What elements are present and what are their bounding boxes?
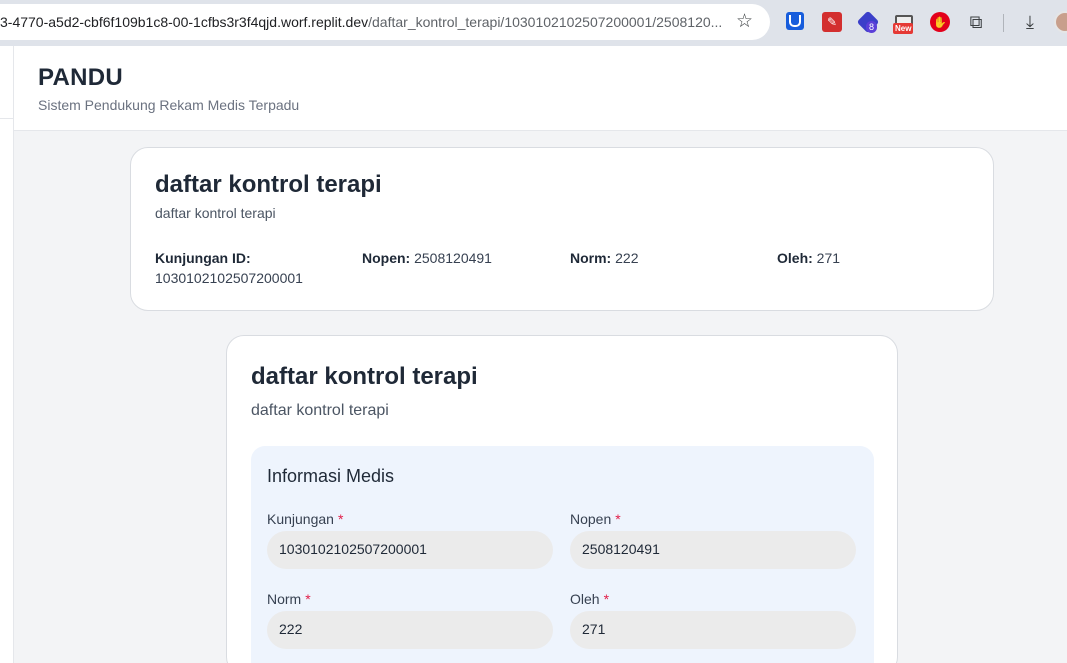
new-extension-icon[interactable]: New: [893, 12, 915, 34]
browser-toolbar: 3-4770-a5d2-cbf6f109b1c8-00-1cfbs3r3f4qj…: [0, 0, 1067, 46]
url-text[interactable]: 3-4770-a5d2-cbf6f109b1c8-00-1cfbs3r3f4qj…: [0, 14, 724, 30]
meta-kunjungan: Kunjungan ID: 1030102102507200001: [155, 248, 335, 288]
app-subtitle: Sistem Pendukung Rekam Medis Terpadu: [38, 97, 300, 113]
url-host: 3-4770-a5d2-cbf6f109b1c8-00-1cfbs3r3f4qj…: [0, 14, 369, 30]
meta-kunjungan-value: 1030102102507200001: [155, 270, 303, 286]
section-title: Informasi Medis: [267, 466, 395, 486]
required-asterisk: *: [337, 511, 344, 527]
hexagon-extension-icon[interactable]: 8: [856, 10, 880, 34]
toolbar-divider: [1003, 14, 1004, 32]
app-title: PANDU: [38, 64, 124, 91]
meta-oleh: Oleh: 271: [777, 248, 840, 268]
meta-nopen-value: 2508120491: [414, 250, 492, 266]
kunjungan-field[interactable]: 1030102102507200001: [267, 531, 553, 569]
norm-label-text: Norm: [267, 591, 302, 607]
meta-oleh-value: 271: [816, 250, 841, 266]
medical-info-section: Informasi Medis Kunjungan * 1030102102507…: [251, 446, 874, 663]
meta-nopen-label: Nopen:: [362, 250, 411, 266]
meta-norm-value: 222: [615, 250, 639, 266]
adblock-extension-icon[interactable]: ✋: [930, 12, 950, 32]
form-subtitle: daftar kontrol terapi: [251, 402, 389, 419]
profile-avatar[interactable]: [1054, 11, 1067, 33]
address-bar[interactable]: 3-4770-a5d2-cbf6f109b1c8-00-1cfbs3r3f4qj…: [0, 4, 770, 40]
nopen-label-text: Nopen: [570, 511, 612, 527]
meta-kunjungan-label: Kunjungan ID:: [155, 250, 251, 266]
meta-nopen: Nopen: 2508120491: [362, 248, 492, 268]
sidebar-divider: [0, 118, 14, 119]
form-card: daftar kontrol terapi daftar kontrol ter…: [226, 335, 898, 663]
bitwarden-extension-icon[interactable]: [786, 12, 804, 30]
required-asterisk: *: [603, 591, 610, 607]
nopen-label: Nopen *: [570, 511, 621, 527]
meta-norm: Norm: 222: [570, 248, 638, 268]
sidebar: [0, 46, 14, 663]
oleh-field[interactable]: 271: [570, 611, 856, 649]
norm-field[interactable]: 222: [267, 611, 553, 649]
kunjungan-label: Kunjungan *: [267, 511, 343, 527]
required-asterisk: *: [615, 511, 621, 527]
extension-count-badge: 8: [866, 21, 878, 33]
form-title: daftar kontrol terapi: [251, 363, 478, 390]
new-badge: New: [893, 23, 914, 34]
download-icon[interactable]: ⤓: [1020, 12, 1040, 32]
magic-wand-extension-icon[interactable]: ✎: [822, 12, 842, 32]
oleh-label: Oleh *: [570, 591, 609, 607]
kunjungan-label-text: Kunjungan: [267, 511, 334, 527]
required-asterisk: *: [305, 591, 311, 607]
summary-subtitle: daftar kontrol terapi: [155, 205, 276, 221]
meta-norm-label: Norm:: [570, 250, 612, 266]
extensions-puzzle-icon[interactable]: ⧉: [966, 12, 986, 32]
norm-label: Norm *: [267, 591, 311, 607]
meta-oleh-label: Oleh:: [777, 250, 813, 266]
bookmark-star-icon[interactable]: ☆: [736, 11, 753, 33]
summary-title: daftar kontrol terapi: [155, 171, 382, 198]
url-path: /daftar_kontrol_terapi/10301021025072000…: [368, 14, 723, 30]
oleh-label-text: Oleh: [570, 591, 600, 607]
nopen-field[interactable]: 2508120491: [570, 531, 856, 569]
app-header: PANDU Sistem Pendukung Rekam Medis Terpa…: [14, 46, 1067, 131]
summary-card: daftar kontrol terapi daftar kontrol ter…: [130, 147, 994, 311]
